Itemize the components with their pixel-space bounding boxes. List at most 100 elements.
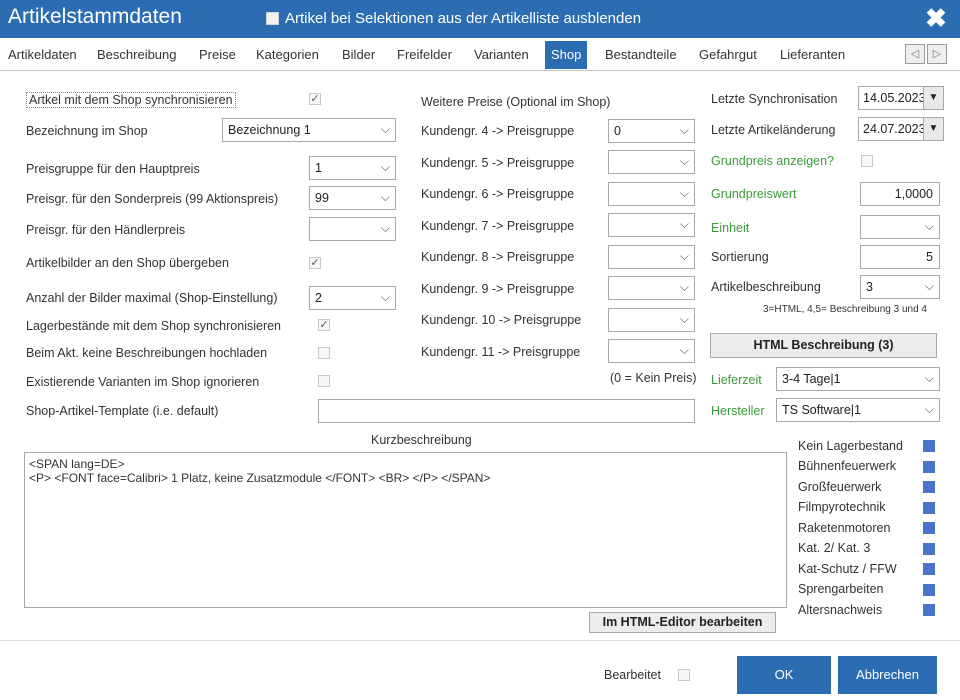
akt-checkbox[interactable] — [318, 347, 330, 359]
anzahl-value: 2 — [315, 291, 322, 305]
letzte-sync-label: Letzte Synchronisation — [711, 92, 838, 106]
sortierung-input[interactable]: 5 — [860, 245, 940, 269]
tab-artikeldaten[interactable]: Artikeldaten — [2, 41, 83, 69]
bilder-label: Artikelbilder an den Shop übergeben — [26, 256, 229, 270]
kundengr-7-select[interactable]: ⌵ — [608, 213, 695, 237]
hauptpreis-select[interactable]: 1 ⌵ — [309, 156, 396, 180]
chevron-down-icon: ⌵ — [679, 154, 689, 168]
sonderpreis-select[interactable]: 99 ⌵ — [309, 186, 396, 210]
category-checkbox[interactable] — [923, 563, 935, 575]
tab-lieferanten[interactable]: Lieferanten — [774, 41, 851, 69]
tab-varianten[interactable]: Varianten — [468, 41, 535, 69]
category-checkbox[interactable] — [923, 481, 935, 493]
bearbeitet-label: Bearbeitet — [604, 668, 661, 682]
template-input[interactable] — [318, 399, 695, 423]
category-checkbox[interactable] — [923, 543, 935, 555]
akt-label: Beim Akt. keine Beschreibungen hochladen — [26, 346, 268, 360]
chevron-down-icon: ⌵ — [679, 312, 689, 326]
letzte-aend-date[interactable]: 24.07.2023 ▼ — [858, 117, 944, 141]
hauptpreis-label: Preisgruppe für den Hauptpreis — [26, 162, 200, 176]
calendar-dropdown-icon[interactable]: ▼ — [923, 87, 943, 109]
sortierung-value: 5 — [926, 250, 933, 264]
kundengr-4-select[interactable]: 0 ⌵ — [608, 119, 695, 143]
haendlerpreis-select[interactable]: ⌵ — [309, 217, 396, 241]
hersteller-select[interactable]: TS Software|1 ⌵ — [776, 398, 940, 422]
einheit-select[interactable]: ⌵ — [860, 215, 940, 239]
category-checkbox[interactable] — [923, 440, 935, 452]
chevron-down-icon: ⌵ — [924, 402, 934, 416]
tab-freifelder[interactable]: Freifelder — [391, 41, 458, 69]
tab-gefahrgut[interactable]: Gefahrgut — [693, 41, 763, 69]
category-checkbox[interactable] — [923, 604, 935, 616]
kundengr-4-label: Kundengr. 4 -> Preisgruppe — [421, 124, 575, 138]
tab-bilder[interactable]: Bilder — [336, 41, 381, 69]
kein-preis-note: (0 = Kein Preis) — [610, 371, 697, 385]
letzte-sync-date[interactable]: 14.05.2023 ▼ — [858, 86, 944, 110]
category-label: Sprengarbeiten — [798, 582, 884, 596]
category-label: Raketenmotoren — [798, 521, 891, 535]
grundpreis-label: Grundpreis anzeigen? — [711, 154, 834, 168]
grundpreiswert-value: 1,0000 — [894, 187, 933, 201]
sonderpreis-value: 99 — [315, 191, 329, 205]
kurzbeschreibung-textarea[interactable]: <SPAN lang=DE> <P> <FONT face=Calibri> 1… — [24, 452, 787, 608]
category-label: Filmpyrotechnik — [798, 500, 886, 514]
hersteller-value: TS Software|1 — [782, 403, 861, 417]
kurzbeschreibung-label: Kurzbeschreibung — [371, 433, 472, 447]
tab-beschreibung[interactable]: Beschreibung — [91, 41, 183, 69]
hauptpreis-value: 1 — [315, 161, 322, 175]
varianten-label: Existierende Varianten im Shop ignoriere… — [26, 375, 260, 389]
bearbeitet-checkbox[interactable] — [678, 669, 690, 681]
kundengr-6-select[interactable]: ⌵ — [608, 182, 695, 206]
calendar-dropdown-icon[interactable]: ▼ — [923, 118, 943, 140]
category-checkbox[interactable] — [923, 584, 935, 596]
html-beschreibung-button[interactable]: HTML Beschreibung (3) — [710, 333, 937, 358]
chevron-down-icon: ⌵ — [924, 279, 934, 293]
category-checkbox[interactable] — [923, 502, 935, 514]
sync-checkbox[interactable]: ✓ — [309, 93, 321, 105]
sonderpreis-label: Preisgr. für den Sonderpreis (99 Aktions… — [26, 192, 279, 206]
grundpreis-checkbox[interactable] — [861, 155, 873, 167]
artbeschr-value: 3 — [866, 280, 873, 294]
lager-checkbox[interactable]: ✓ — [318, 319, 330, 331]
ok-button[interactable]: OK — [737, 656, 831, 694]
bezeichnung-value: Bezeichnung 1 — [228, 123, 311, 137]
kundengr-8-select[interactable]: ⌵ — [608, 245, 695, 269]
chevron-down-icon: ⌵ — [380, 221, 390, 235]
category-label: Kat. 2/ Kat. 3 — [798, 541, 871, 555]
grundpreiswert-input[interactable]: 1,0000 — [860, 182, 940, 206]
anzahl-label: Anzahl der Bilder maximal (Shop-Einstell… — [26, 291, 278, 305]
tab-bestandteile[interactable]: Bestandteile — [599, 41, 683, 69]
cancel-button[interactable]: Abbrechen — [838, 656, 937, 694]
category-checkbox[interactable] — [923, 461, 935, 473]
tab-shop[interactable]: Shop — [545, 41, 588, 69]
kundengr-7-label: Kundengr. 7 -> Preisgruppe — [421, 219, 575, 233]
chevron-down-icon: ⌵ — [679, 217, 689, 231]
lieferzeit-select[interactable]: 3-4 Tage|1 ⌵ — [776, 367, 940, 391]
tab-next-icon[interactable]: ▷ — [927, 44, 947, 64]
chevron-down-icon: ⌵ — [924, 219, 934, 233]
tab-kategorien[interactable]: Kategorien — [250, 41, 325, 69]
varianten-checkbox[interactable] — [318, 375, 330, 387]
bilder-checkbox[interactable]: ✓ — [309, 257, 321, 269]
html-editor-button[interactable]: Im HTML-Editor bearbeiten — [589, 612, 776, 633]
category-checkbox[interactable] — [923, 522, 935, 534]
chevron-down-icon: ⌵ — [679, 186, 689, 200]
letzte-aend-value: 24.07.2023 — [863, 122, 926, 136]
chevron-down-icon: ⌵ — [380, 190, 390, 204]
kundengr-8-label: Kundengr. 8 -> Preisgruppe — [421, 250, 575, 264]
hide-article-label: Artikel bei Selektionen aus der Artikell… — [285, 10, 642, 27]
hide-article-checkbox[interactable] — [266, 12, 279, 25]
einheit-label: Einheit — [711, 221, 750, 235]
tab-preise[interactable]: Preise — [193, 41, 242, 69]
kundengr-11-select[interactable]: ⌵ — [608, 339, 695, 363]
artbeschr-select[interactable]: 3 ⌵ — [860, 275, 940, 299]
category-label: Kat-Schutz / FFW — [798, 562, 897, 576]
tab-prev-icon[interactable]: ◁ — [905, 44, 925, 64]
kundengr-5-select[interactable]: ⌵ — [608, 150, 695, 174]
kundengr-10-select[interactable]: ⌵ — [608, 308, 695, 332]
kundengr-9-select[interactable]: ⌵ — [608, 276, 695, 300]
hersteller-label: Hersteller — [711, 404, 765, 418]
anzahl-select[interactable]: 2 ⌵ — [309, 286, 396, 310]
close-icon[interactable]: ✖ — [922, 4, 950, 32]
bezeichnung-select[interactable]: Bezeichnung 1 ⌵ — [222, 118, 396, 142]
